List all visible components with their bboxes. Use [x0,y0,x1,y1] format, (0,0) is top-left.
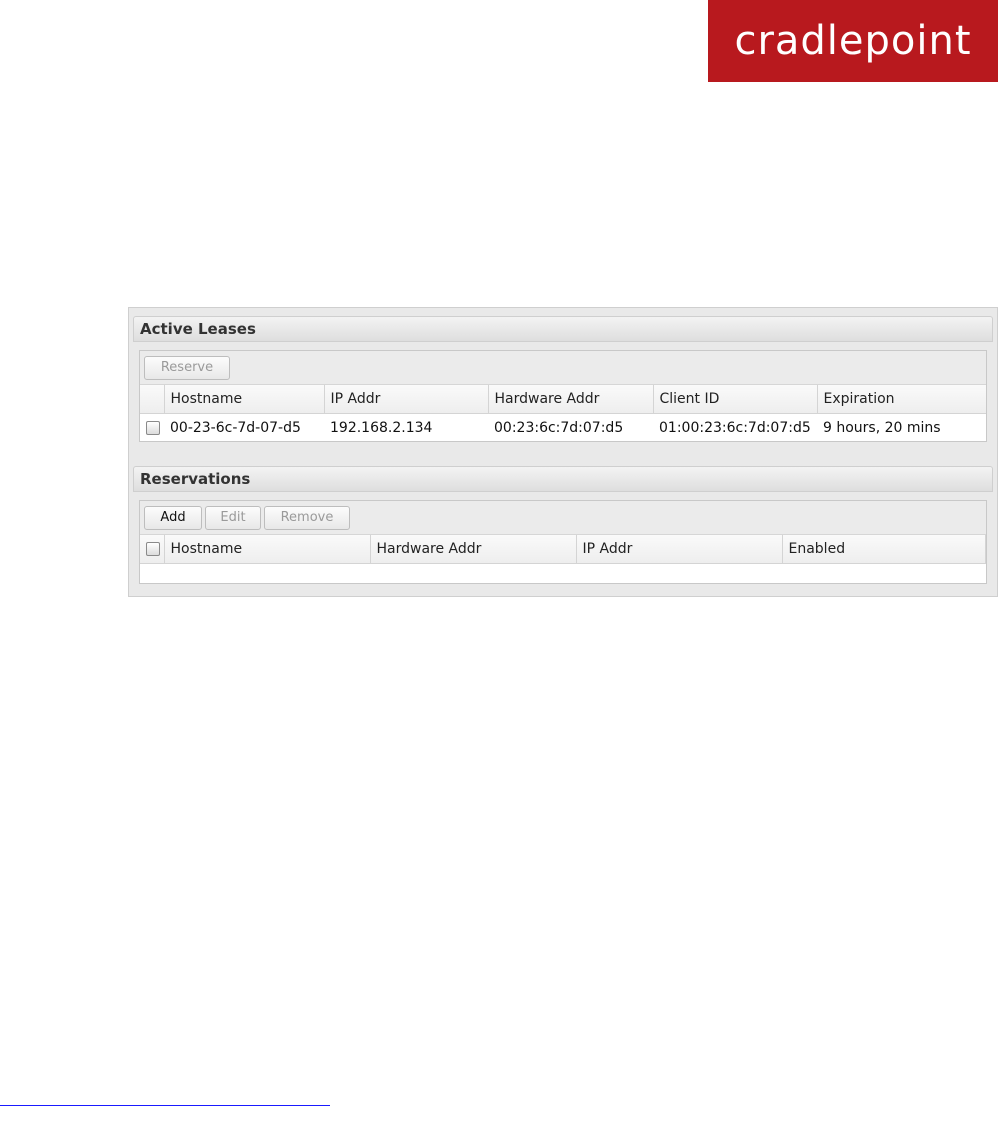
column-header-hardware-addr[interactable]: Hardware Addr [370,535,577,564]
column-header-client-id[interactable]: Client ID [653,385,818,414]
reservations-table: Hostname Hardware Addr IP Addr Enabled [140,535,986,564]
active-leases-header: Active Leases [133,316,993,342]
cell-client-id: 01:00:23:6c:7d:07:d5 [659,420,811,436]
active-leases-toolbar: Reserve [140,351,986,385]
reserve-button[interactable]: Reserve [144,355,230,380]
reservations-header: Reservations [133,466,993,492]
cell-hostname: 00-23-6c-7d-07-d5 [170,420,301,436]
column-header-enabled[interactable]: Enabled [782,535,986,564]
cell-ip-addr: 192.168.2.134 [330,420,433,436]
cell-hardware-addr: 00:23:6c:7d:07:d5 [494,420,624,436]
active-leases-table: Hostname IP Addr Hardware Addr Client ID… [140,385,986,442]
active-leases-header-row: Hostname IP Addr Hardware Addr Client ID… [140,385,986,414]
reservations-grid: Add Edit Remove Hostname Hardware Addr I… [139,500,987,584]
row-select-cell [140,414,164,443]
cell-expiration: 9 hours, 20 mins [823,420,941,436]
edit-button-label: Edit [220,510,246,525]
add-button-label: Add [160,510,186,525]
cradlepoint-logo: cradlepoint [708,0,998,82]
select-all-cell [140,535,165,564]
reservations-toolbar: Add Edit Remove [140,501,986,535]
column-header-hardware-addr[interactable]: Hardware Addr [488,385,654,414]
edit-button[interactable]: Edit [205,505,261,530]
column-header-expiration[interactable]: Expiration [817,385,986,414]
column-header-ip-addr[interactable]: IP Addr [576,535,783,564]
reserve-button-label: Reserve [160,360,214,375]
active-leases-title: Active Leases [140,320,256,338]
footer-link-underline[interactable] [0,1105,330,1106]
column-header-select [140,385,165,414]
column-header-ip-addr[interactable]: IP Addr [324,385,489,414]
add-button[interactable]: Add [144,505,202,530]
remove-button-label: Remove [280,510,334,525]
table-row[interactable]: 00-23-6c-7d-07-d5 192.168.2.134 00:23:6c… [140,414,986,443]
row-checkbox[interactable] [146,421,160,435]
logo-text: cradlepoint [734,18,972,64]
reservations-title: Reservations [140,470,251,488]
dhcp-leases-panel: Active Leases Reserve Hostname IP Addr H… [128,307,998,597]
column-header-hostname[interactable]: Hostname [164,385,325,414]
active-leases-grid: Reserve Hostname IP Addr Hardware Addr C… [139,350,987,442]
select-all-checkbox[interactable] [146,542,160,556]
column-header-hostname[interactable]: Hostname [164,535,371,564]
remove-button[interactable]: Remove [264,505,350,530]
reservations-header-row: Hostname Hardware Addr IP Addr Enabled [140,535,986,564]
